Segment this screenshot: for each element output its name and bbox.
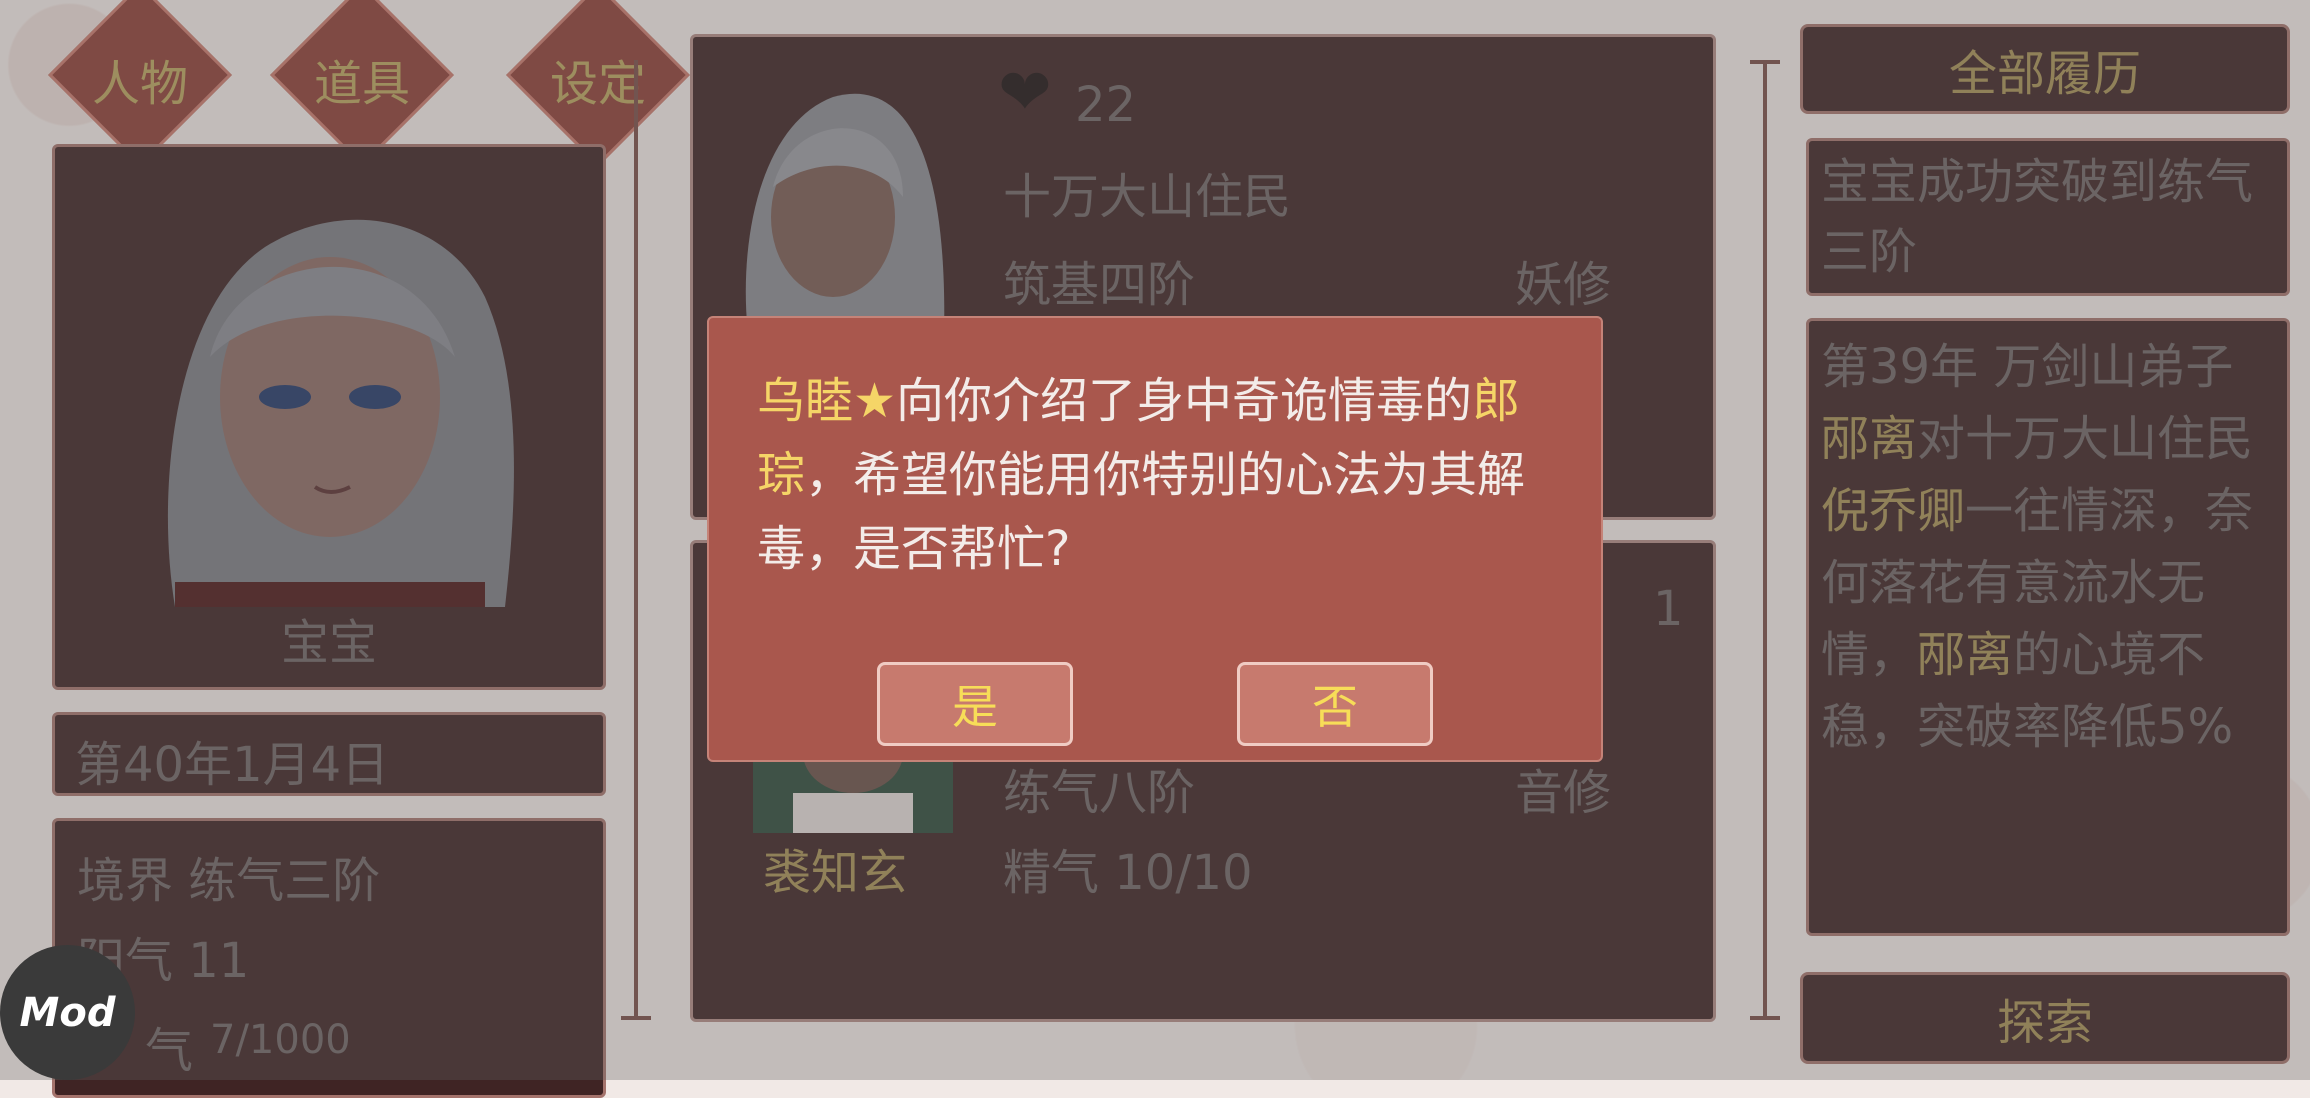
confirm-dialog: 乌睦★向你介绍了身中奇诡情毒的郎琮，希望你能用你特别的心法为其解毒，是否帮忙? … <box>707 316 1603 762</box>
mod-badge[interactable]: Mod <box>0 945 135 1080</box>
nav-items-label[interactable]: 道具 <box>297 44 427 114</box>
right-scrollbar-cap-bottom <box>1750 1016 1780 1020</box>
date-panel: 第40年1月4日 <box>52 712 606 796</box>
npc1-class: 妖修 <box>1515 257 1612 313</box>
player-portrait-panel[interactable]: 宝宝 <box>52 144 606 690</box>
history-entry-2-part2: 对十万大山住民 <box>1917 411 2254 467</box>
left-scrollbar[interactable] <box>634 60 638 1020</box>
all-history-button[interactable]: 全部履历 <box>1800 24 2290 114</box>
npc2-class: 音修 <box>1515 765 1612 821</box>
history-entry-2-name1: 邴离 <box>1821 411 1918 467</box>
stats-panel: 境界 练气三阶 阳气 11 气 7/1000 <box>52 818 606 1098</box>
nav-character-label[interactable]: 人物 <box>75 44 205 114</box>
dialog-text-2: ，希望你能用你特别的心法为其解毒，是否帮忙? <box>757 447 1526 577</box>
npc2-count: 1 <box>1653 581 1684 637</box>
history-entry-1: 宝宝成功突破到练气三阶 <box>1806 138 2290 296</box>
left-scrollbar-cap <box>621 1016 651 1020</box>
no-button[interactable]: 否 <box>1237 662 1433 746</box>
npc2-name: 裘知玄 <box>763 845 908 901</box>
history-entry-1-text: 宝宝成功突破到练气三阶 <box>1821 154 2254 280</box>
npc1-hearts: 22 <box>1075 77 1137 133</box>
npc2-rank: 练气八阶 <box>1003 765 1196 821</box>
player-portrait <box>115 187 545 607</box>
heart-icon: ❤ <box>998 56 1052 130</box>
yes-button[interactable]: 是 <box>877 662 1073 746</box>
npc1-origin: 十万大山住民 <box>1003 169 1292 225</box>
date-text: 第40年1月4日 <box>75 737 390 793</box>
dialog-name-1: 乌睦★ <box>757 373 897 429</box>
right-scrollbar[interactable] <box>1763 60 1767 1020</box>
npc1-rank: 筑基四阶 <box>1003 257 1196 313</box>
qi-stat-prefix: 气 <box>145 1023 194 1079</box>
dialog-text-1: 向你介绍了身中奇诡情毒的 <box>896 373 1473 429</box>
history-entry-2-part1: 第39年 万剑山弟子 <box>1821 339 2234 395</box>
nav-settings-label[interactable]: 设定 <box>533 44 663 114</box>
dialog-message: 乌睦★向你介绍了身中奇诡情毒的郎琮，希望你能用你特别的心法为其解毒，是否帮忙? <box>757 364 1557 586</box>
history-entry-2-text: 第39年 万剑山弟子邴离对十万大山住民倪乔卿一往情深，奈何落花有意流水无情，邴离… <box>1821 331 2261 763</box>
history-entry-2-name2: 倪乔卿 <box>1821 483 1966 539</box>
explore-button[interactable]: 探索 <box>1800 972 2290 1064</box>
player-name: 宝宝 <box>280 615 377 671</box>
npc2-essence: 精气 10/10 <box>1003 845 1253 901</box>
right-scrollbar-cap-top <box>1750 60 1780 64</box>
history-entry-2-name3: 邴离 <box>1917 627 2014 683</box>
history-entry-2: 第39年 万剑山弟子邴离对十万大山住民倪乔卿一往情深，奈何落花有意流水无情，邴离… <box>1806 318 2290 936</box>
realm-stat: 境界 练气三阶 <box>77 853 381 909</box>
qi-stat-value: 7/1000 <box>210 1017 351 1063</box>
